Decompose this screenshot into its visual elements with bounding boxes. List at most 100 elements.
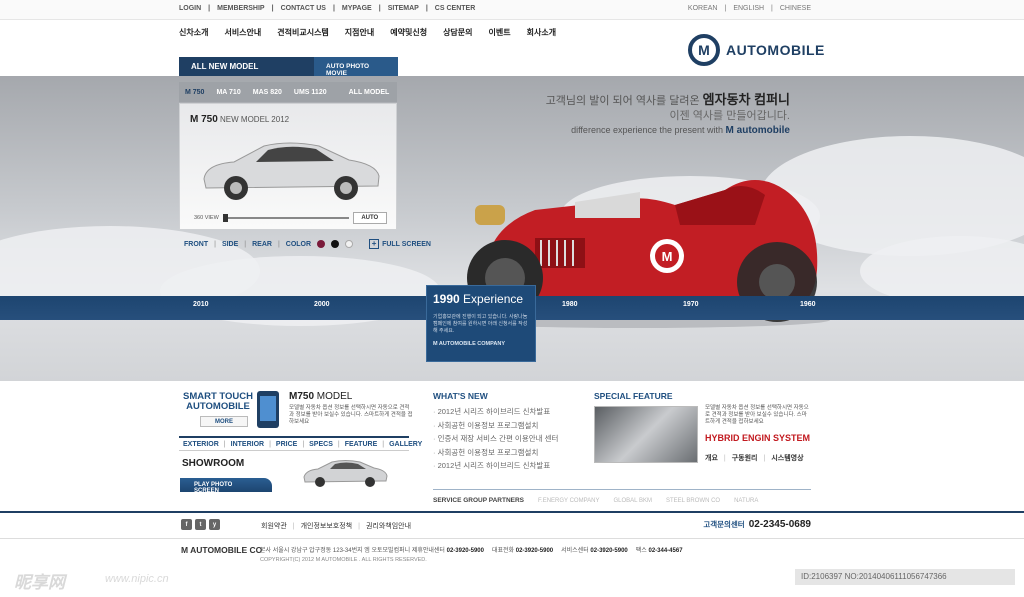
svg-text:M: M (662, 249, 673, 264)
hybrid-headline: HYBRID ENGIN SYSTEM (705, 433, 811, 443)
lang-korean[interactable]: KOREAN (688, 5, 718, 12)
color-swatch-black[interactable] (331, 240, 340, 248)
more-button[interactable]: MORE (200, 416, 248, 427)
utility-bar (0, 0, 1024, 20)
logo-text: AUTOMOBILE (726, 42, 825, 58)
timeline-year-2010[interactable]: 2010 (193, 301, 209, 308)
slider-handle[interactable] (222, 214, 228, 222)
view-360-control: 360 VIEW AUTO (194, 212, 387, 224)
special-feature-links: 개요 | 구동원리 | 시스템영상 (705, 453, 804, 463)
model-selector: M 750 MA 710 MAS 820 UMS 1120 ALL MODEL (179, 82, 397, 102)
timeline-year-1970[interactable]: 1970 (683, 301, 699, 308)
model-tab-ums1120[interactable]: UMS 1120 (288, 83, 333, 102)
terms-link[interactable]: 회원약관 (261, 521, 287, 531)
nav-item-reservation[interactable]: 예약및신청 (390, 27, 427, 38)
nav-item-new-car[interactable]: 신차소개 (179, 27, 208, 38)
lang-english[interactable]: ENGLISH (733, 5, 764, 12)
list-item[interactable]: 사회공헌 이용정보 프로그램설치 (433, 419, 558, 433)
link-overview[interactable]: 개요 (705, 453, 718, 463)
spec-price[interactable]: PRICE (276, 441, 297, 448)
watermark-brand: 昵享网 (14, 573, 65, 592)
nav-item-event[interactable]: 이벤트 (489, 27, 511, 38)
link-principle[interactable]: 구동원리 (732, 453, 758, 463)
spec-specs[interactable]: SPECS (309, 441, 333, 448)
m750-description: 모델별 자동차 옵션 정보를 선택하시면 자동으로 견적과 정보를 받아 보실수… (289, 405, 413, 425)
membership-link[interactable]: MEMBERSHIP (217, 5, 264, 12)
slogan-line3: difference experience the present with M… (571, 125, 790, 136)
tab-auto-photo-movie[interactable]: AUTO PHOTO MOVIE (314, 57, 398, 77)
tab-all-new-model[interactable]: ALL NEW MODEL (179, 57, 314, 76)
timeline-year-1980[interactable]: 1980 (562, 301, 578, 308)
model-tab-mas820[interactable]: MAS 820 (247, 83, 288, 102)
spec-interior[interactable]: INTERIOR (231, 441, 264, 448)
special-feature-title: SPECIAL FEATURE (594, 391, 673, 401)
experience-popup[interactable]: 1990 Experience 기업홍보관에 진행이 되고 있습니다. 사랑나눔… (426, 285, 536, 362)
list-item[interactable]: 인증서 재장 서비스 간편 이용안내 센터 (433, 432, 559, 446)
contact-us-link[interactable]: CONTACT US (281, 5, 326, 12)
play-photo-screen-button[interactable]: PLAY PHOTO SCREEN (180, 478, 272, 494)
model-tab-all[interactable]: ALL MODEL (343, 83, 396, 102)
cs-center-link[interactable]: CS CENTER (435, 5, 475, 12)
spec-exterior[interactable]: EXTERIOR (183, 441, 219, 448)
special-feature-desc: 모델별 자동차 옵션 정보를 선택하시면 자동으로 견적과 정보를 받아 보실수… (705, 405, 809, 425)
sedan-car-image (203, 142, 380, 200)
partner-logo[interactable]: F.ENERGY COMPANY (538, 498, 599, 504)
model-tab-m750[interactable]: M 750 (179, 83, 210, 102)
copyright: COPYRIGHT(C) 2012 M AUTOMOBILE . ALL RIG… (260, 557, 427, 563)
login-link[interactable]: LOGIN (179, 5, 201, 12)
full-screen-button[interactable]: + FULL SCREEN (369, 239, 431, 249)
list-item[interactable]: 2012년 시리즈 하이브리드 신차발표 (433, 405, 558, 419)
view-360-slider[interactable] (222, 214, 349, 222)
nav-item-estimate[interactable]: 견적비교시스템 (277, 27, 329, 38)
partner-logo[interactable]: GLOBAL BKM (614, 498, 652, 504)
nav-item-company[interactable]: 회사소개 (527, 27, 556, 38)
site-logo[interactable]: M AUTOMOBILE (688, 34, 825, 66)
twitter-icon[interactable]: t (195, 519, 206, 530)
showroom-title: SHOWROOM (182, 458, 245, 469)
lang-chinese[interactable]: CHINESE (780, 5, 811, 12)
engine-image[interactable] (594, 406, 698, 463)
timeline-year-1960[interactable]: 1960 (800, 301, 816, 308)
facebook-icon[interactable]: f (181, 519, 192, 530)
experience-desc: 기업홍보관에 진행이 되고 있습니다. 사랑나눔캠페인에 참여를 원하시면 아래… (433, 314, 528, 334)
color-swatch-burgundy[interactable] (317, 240, 326, 248)
sitemap-link[interactable]: SITEMAP (388, 5, 419, 12)
experience-footer: M AUTOMOBILE COMPANY (433, 341, 506, 347)
color-swatch-white[interactable] (345, 240, 354, 248)
partner-logo[interactable]: NATURA (734, 498, 758, 504)
auto-rotate-button[interactable]: AUTO (352, 212, 387, 224)
nav-item-consult[interactable]: 상담문의 (443, 27, 472, 38)
spec-nav: EXTERIOR | INTERIOR | PRICE | SPECS | FEATUR… (179, 436, 422, 451)
partner-logo[interactable]: STEEL BROWN CO (666, 498, 720, 504)
logo-mark-icon: M (688, 34, 720, 66)
view-options: FRONT | SIDE | REAR | COLOR + FULL SCREEN (184, 239, 431, 249)
model-preview-title: M 750 NEW MODEL 2012 (190, 114, 290, 125)
customer-center: 고객문의센터 02-2345-0689 (703, 519, 811, 530)
list-item[interactable]: 사회공헌 이용정보 프로그램설치 (433, 446, 558, 460)
rights-link[interactable]: 권리와책임안내 (366, 521, 411, 531)
showroom-car-image (303, 460, 388, 487)
model-tab-ma710[interactable]: MA 710 (210, 83, 246, 102)
experience-title: 1990 Experience (433, 292, 524, 306)
timeline-year-2000[interactable]: 2000 (314, 301, 330, 308)
spec-feature[interactable]: FEATURE (345, 441, 378, 448)
nav-item-branch[interactable]: 지점안내 (345, 27, 374, 38)
footer-links: 회원약관 | 개인정보보호정책 | 권리와책임안내 (261, 521, 412, 531)
youtube-icon[interactable]: y (209, 519, 220, 530)
main-nav: 신차소개 서비스안내 견적비교시스템 지점안내 예약및신청 상담문의 이벤트 회… (179, 27, 556, 38)
whats-new-title: WHAT'S NEW (433, 391, 488, 401)
spec-gallery[interactable]: GALLERY (389, 441, 422, 448)
partners-label: SERVICE GROUP PARTNERS (433, 497, 525, 504)
view-side-link[interactable]: SIDE (222, 241, 238, 248)
list-item[interactable]: 2012년 시리즈 하이브리드 신차발표 (433, 459, 558, 473)
nav-item-service[interactable]: 서비스안내 (224, 27, 261, 38)
partners-bar: SERVICE GROUP PARTNERS F.ENERGY COMPANY … (433, 489, 811, 504)
watermark-url: www.nipic.cn (105, 573, 169, 585)
smart-touch-title: SMART TOUCH AUTOMOBILE (183, 391, 254, 412)
privacy-link[interactable]: 개인정보보호정책 (301, 521, 353, 531)
view-rear-link[interactable]: REAR (252, 241, 272, 248)
whats-new-list: 2012년 시리즈 하이브리드 신차발표 사회공헌 이용정보 프로그램설치 인증… (433, 405, 559, 473)
view-front-link[interactable]: FRONT (184, 241, 208, 248)
link-video[interactable]: 시스템영상 (771, 453, 803, 463)
mypage-link[interactable]: MYPAGE (342, 5, 372, 12)
